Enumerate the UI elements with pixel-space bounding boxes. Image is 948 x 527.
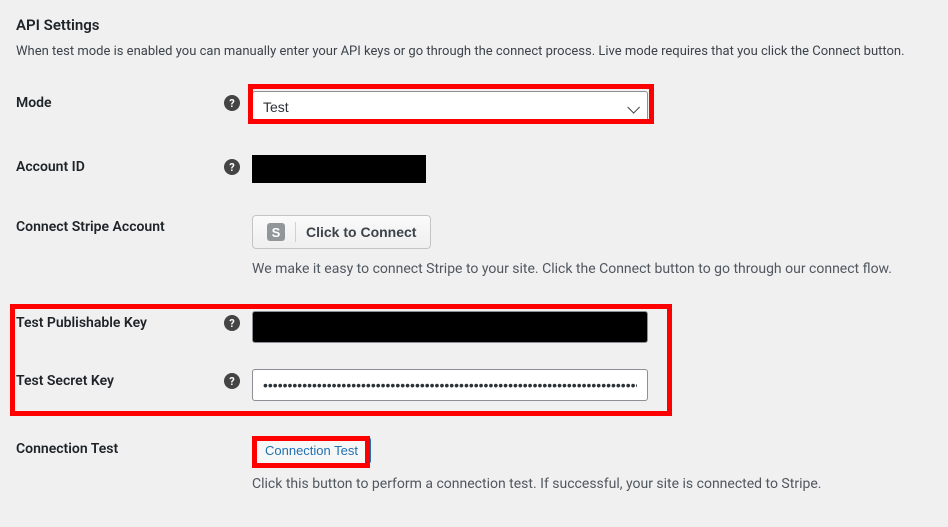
help-icon[interactable]: ? (224, 373, 240, 389)
stripe-icon: S (267, 223, 285, 241)
account-id-value-redacted (252, 155, 426, 183)
help-icon[interactable]: ? (224, 315, 240, 331)
mode-select-wrap: Test (252, 91, 648, 123)
api-settings-page: API Settings When test mode is enabled y… (16, 16, 932, 504)
row-connection-test: Connection Test Connection Test Click th… (16, 429, 932, 504)
help-icon[interactable]: ? (224, 95, 240, 111)
row-test-secret-key: Test Secret Key ? (16, 361, 932, 405)
label-test-secret-key: Test Secret Key (16, 369, 224, 389)
test-secret-key-input[interactable] (252, 369, 648, 401)
row-mode: Mode ? Test (16, 83, 932, 127)
mode-select[interactable]: Test (252, 91, 648, 123)
label-connect-stripe: Connect Stripe Account (16, 215, 224, 235)
label-account-id: Account ID (16, 155, 224, 175)
row-test-publishable-key: Test Publishable Key ? (16, 303, 932, 347)
row-connect-stripe: Connect Stripe Account S Click to Connec… (16, 207, 932, 289)
connect-stripe-button[interactable]: S Click to Connect (252, 215, 431, 249)
section-description: When test mode is enabled you can manual… (16, 44, 932, 59)
row-account-id: Account ID ? (16, 147, 932, 191)
help-icon[interactable]: ? (224, 159, 240, 175)
connection-test-button[interactable]: Connection Test (252, 437, 371, 464)
label-connection-test: Connection Test (16, 437, 224, 457)
label-test-publishable-key: Test Publishable Key (16, 311, 224, 331)
test-publishable-key-input-redacted[interactable] (252, 311, 648, 343)
connection-test-description: Click this button to perform a connectio… (252, 476, 932, 492)
label-mode: Mode (16, 91, 224, 111)
connect-button-label: Click to Connect (306, 224, 416, 240)
divider (295, 222, 296, 242)
section-title: API Settings (16, 16, 932, 34)
connect-description: We make it easy to connect Stripe to you… (252, 261, 932, 277)
